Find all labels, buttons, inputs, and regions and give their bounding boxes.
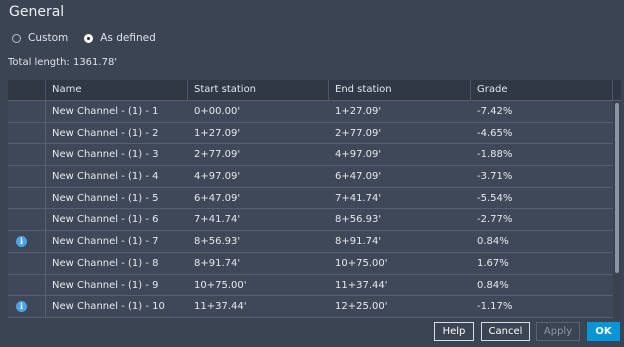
start-station-cell: 4+97.09' (194, 171, 241, 183)
end-station-cell: 4+97.09' (335, 149, 382, 161)
end-station-cell: 6+47.09' (335, 171, 382, 183)
apply-button[interactable]: Apply (536, 322, 580, 341)
grade-cell: -4.65% (477, 127, 513, 139)
info-icon[interactable]: i (16, 236, 27, 248)
start-station-cell: 8+91.74' (194, 257, 241, 269)
name-cell: New Channel - (1) - 10 (52, 301, 165, 313)
as-defined-radio-label: As defined (100, 32, 156, 44)
column-header-grade[interactable]: Grade (471, 80, 613, 100)
end-station-cell: 8+91.74' (335, 236, 382, 248)
scrollbar-thumb[interactable] (615, 103, 619, 273)
source-options: Custom As defined (12, 32, 172, 44)
grade-cell: -7.42% (477, 106, 513, 117)
info-icon[interactable]: i (16, 301, 27, 313)
grade-cell: -3.71% (477, 171, 513, 183)
row-icon-cell: i (8, 231, 46, 253)
end-station-cell: 1+27.09' (335, 106, 382, 117)
row-icon-cell (8, 187, 46, 210)
cancel-button[interactable]: Cancel (481, 322, 530, 341)
column-header-name[interactable]: Name (46, 80, 188, 100)
column-header-icon[interactable] (8, 80, 46, 100)
start-station-cell: 2+77.09' (194, 149, 241, 161)
name-cell: New Channel - (1) - 2 (52, 127, 159, 139)
table-row[interactable]: i New Channel - (1) - 10 11+37.44' 12+25.00… (8, 296, 613, 318)
start-station-cell: 10+75.00' (194, 279, 247, 291)
grade-cell: -2.77% (477, 214, 513, 226)
end-station-cell: 8+56.93' (335, 214, 382, 226)
grade-cell: -1.17% (477, 301, 513, 313)
start-station-cell: 8+56.93' (194, 236, 241, 248)
end-station-cell: 7+41.74' (335, 192, 382, 204)
start-station-cell: 0+00.00' (194, 106, 241, 117)
start-station-cell: 1+27.09' (194, 127, 241, 139)
table-row[interactable]: i New Channel - (1) - 7 8+56.93' 8+91.74' 0.… (8, 231, 613, 253)
name-cell: New Channel - (1) - 9 (52, 279, 159, 291)
vertical-scrollbar[interactable] (613, 101, 621, 318)
row-icon-cell: i (8, 296, 46, 318)
custom-radio[interactable]: Custom (12, 32, 68, 44)
grade-cell: 1.67% (477, 257, 509, 269)
as-defined-radio-circle[interactable] (84, 33, 94, 43)
name-cell: New Channel - (1) - 7 (52, 236, 159, 248)
help-button[interactable]: Help (434, 322, 474, 341)
dialog-title: General (9, 4, 65, 20)
name-cell: New Channel - (1) - 6 (52, 214, 159, 226)
table-row[interactable]: New Channel - (1) - 1 0+00.00' 1+27.09' -7.… (8, 101, 613, 123)
end-station-cell: 11+37.44' (335, 279, 388, 291)
table-body: New Channel - (1) - 1 0+00.00' 1+27.09' -7.… (8, 101, 613, 318)
table-header: Name Start station End station Grade (8, 80, 621, 101)
table-row[interactable]: New Channel - (1) - 2 1+27.09' 2+77.09' -4.… (8, 122, 613, 145)
custom-radio-circle[interactable] (12, 33, 21, 43)
column-header-start-station[interactable]: Start station (188, 80, 329, 100)
ok-button[interactable]: OK (587, 322, 620, 341)
row-icon-cell (8, 252, 46, 275)
end-station-cell: 10+75.00' (335, 257, 388, 269)
row-icon-cell (8, 144, 46, 167)
row-icon-cell (8, 166, 46, 188)
start-station-cell: 11+37.44' (194, 301, 247, 313)
table-row[interactable]: New Channel - (1) - 8 8+91.74' 10+75.00' 1.… (8, 252, 613, 275)
table-row[interactable]: New Channel - (1) - 9 10+75.00' 11+37.44' 0… (8, 274, 613, 297)
grade-cell: 0.84% (477, 236, 509, 248)
row-icon-cell (8, 209, 46, 232)
segments-table: Name Start station End station Grade New… (8, 80, 621, 318)
total-length: Total length: 1361.78' (8, 57, 118, 68)
table-row[interactable]: New Channel - (1) - 4 4+97.09' 6+47.09' -3.… (8, 166, 613, 188)
start-station-cell: 7+41.74' (194, 214, 241, 226)
row-icon-cell (8, 274, 46, 297)
table-row[interactable]: New Channel - (1) - 3 2+77.09' 4+97.09' -1.… (8, 144, 613, 167)
column-header-end-station[interactable]: End station (329, 80, 471, 100)
row-icon-cell (8, 101, 46, 123)
name-cell: New Channel - (1) - 3 (52, 149, 159, 161)
end-station-cell: 12+25.00' (335, 301, 388, 313)
table-row[interactable]: New Channel - (1) - 6 7+41.74' 8+56.93' -2.… (8, 209, 613, 232)
row-icon-cell (8, 122, 46, 145)
custom-radio-label: Custom (28, 32, 69, 44)
grade-cell: -1.88% (477, 149, 513, 161)
as-defined-radio[interactable]: As defined (84, 32, 156, 44)
name-cell: New Channel - (1) - 4 (52, 171, 159, 183)
name-cell: New Channel - (1) - 8 (52, 257, 159, 269)
grade-cell: -5.54% (477, 192, 513, 204)
grade-cell: 0.84% (477, 279, 509, 291)
start-station-cell: 6+47.09' (194, 192, 241, 204)
name-cell: New Channel - (1) - 5 (52, 192, 159, 204)
table-row[interactable]: New Channel - (1) - 5 6+47.09' 7+41.74' -5.… (8, 187, 613, 210)
name-cell: New Channel - (1) - 1 (52, 106, 159, 117)
end-station-cell: 2+77.09' (335, 127, 382, 139)
